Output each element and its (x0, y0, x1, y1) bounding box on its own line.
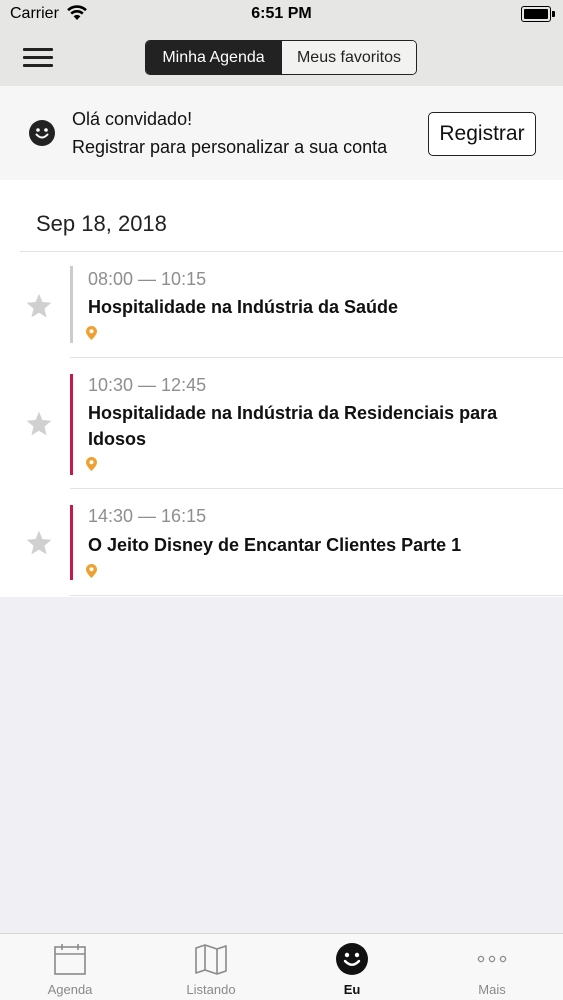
star-icon[interactable] (25, 529, 53, 557)
session-time: 14:30 — 16:15 (88, 506, 207, 526)
agenda-segmented-control: Minha Agenda Meus favoritos (145, 40, 417, 75)
status-bar: Carrier 6:51 PM (0, 0, 563, 30)
session-accent-bar (70, 374, 73, 475)
smiley-avatar-icon (29, 120, 55, 146)
session-title: Hospitalidade na Indústria da Residencia… (88, 403, 498, 449)
tab-label: Mais (478, 982, 506, 997)
nav-bar: Minha Agenda Meus favoritos (0, 30, 563, 86)
segment-meus-favoritos[interactable]: Meus favoritos (281, 41, 416, 74)
segment-minha-agenda[interactable]: Minha Agenda (146, 41, 281, 74)
session-title: Hospitalidade na Indústria da Saúde (88, 297, 399, 317)
session-time: 10:30 — 12:45 (88, 375, 207, 395)
schedule-list: Sep 18, 2018 08:00 — 10:15 Hospitalidade… (0, 180, 563, 597)
battery-icon (521, 6, 555, 22)
guest-greeting: Olá convidado! (72, 109, 193, 129)
tab-label: Agenda (47, 982, 93, 997)
more-icon (477, 955, 507, 963)
divider (70, 595, 563, 596)
location-pin-icon (86, 564, 97, 578)
guest-subtitle: Registrar para personalizar a sua conta (72, 137, 388, 157)
calendar-icon (54, 944, 86, 975)
location-pin-icon (86, 326, 97, 340)
guest-banner: Olá convidado! Registrar para personaliz… (0, 86, 563, 180)
tab-bar: Agenda Listando Eu Mais (0, 933, 563, 1000)
session-title: O Jeito Disney de Encantar Clientes Part… (88, 535, 462, 555)
session-row[interactable]: 14:30 — 16:15 O Jeito Disney de Encantar… (0, 489, 563, 596)
session-row[interactable]: 08:00 — 10:15 Hospitalidade na Indústria… (0, 252, 563, 358)
tab-agenda[interactable]: Agenda (0, 934, 140, 1000)
star-icon[interactable] (25, 292, 53, 320)
smiley-icon (336, 943, 368, 975)
tab-label: Eu (343, 982, 361, 997)
session-accent-bar (70, 505, 73, 580)
tab-eu[interactable]: Eu (282, 934, 422, 1000)
register-button[interactable]: Registrar (428, 112, 536, 156)
tab-listando[interactable]: Listando (141, 934, 281, 1000)
date-header: Sep 18, 2018 (36, 211, 167, 236)
menu-icon[interactable] (23, 47, 53, 69)
session-time: 08:00 — 10:15 (88, 269, 207, 289)
tab-mais[interactable]: Mais (422, 934, 562, 1000)
session-row[interactable]: 10:30 — 12:45 Hospitalidade na Indústria… (0, 358, 563, 489)
tab-label: Listando (186, 982, 236, 997)
session-accent-bar (70, 266, 73, 343)
star-icon[interactable] (25, 410, 53, 438)
status-time: 6:51 PM (251, 5, 312, 22)
location-pin-icon (86, 457, 97, 471)
map-icon (195, 944, 227, 975)
